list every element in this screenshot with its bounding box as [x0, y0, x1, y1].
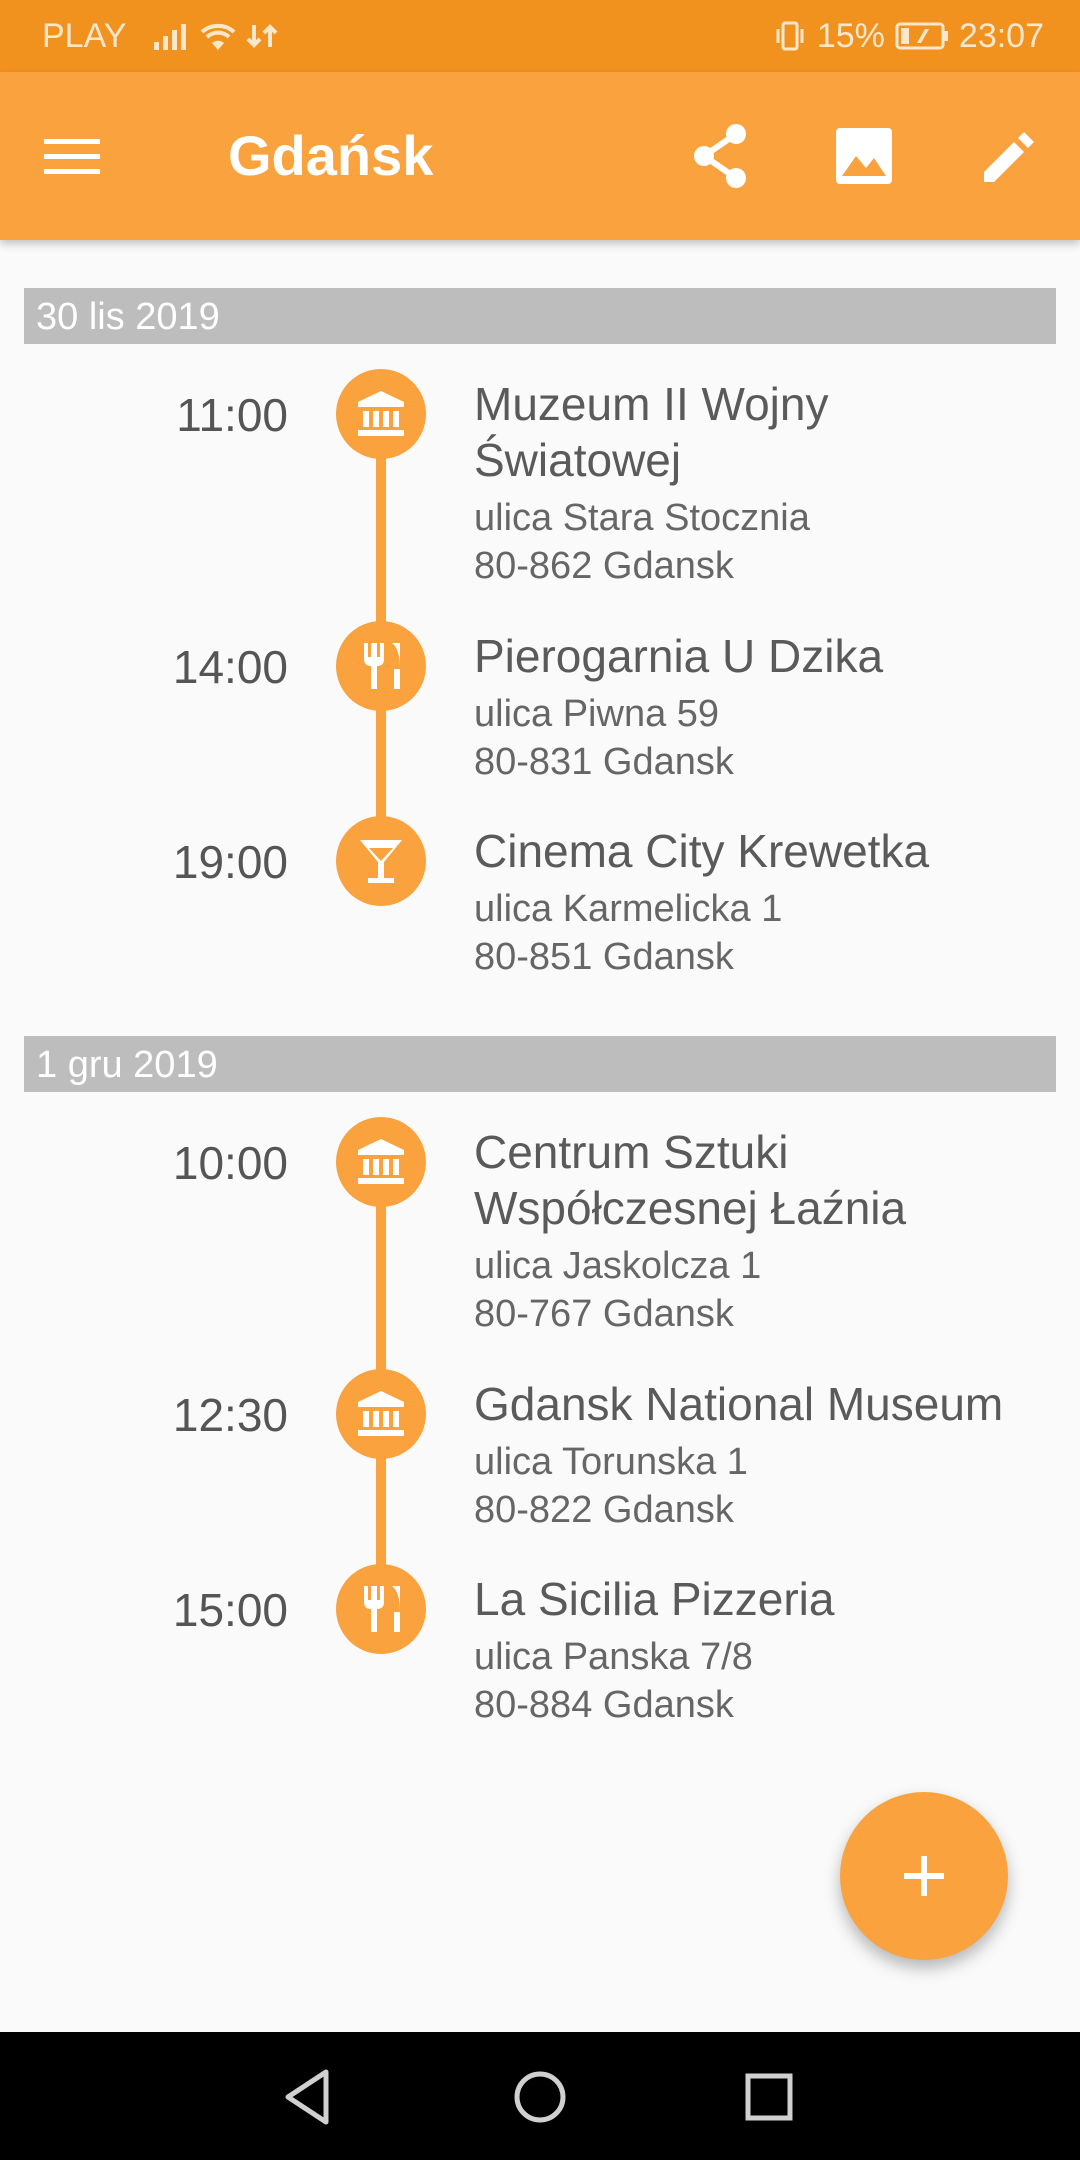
event-street: ulica Piwna 59: [474, 693, 720, 735]
bar-icon: [360, 840, 402, 883]
event-icon-circle: [336, 1117, 426, 1207]
event-icon-circle: [336, 621, 426, 711]
museum-icon: [358, 1391, 404, 1436]
recents-icon: [745, 2073, 793, 2121]
event-name: La Sicilia Pizzeria: [474, 1573, 835, 1625]
event-icon-circle: [336, 1369, 426, 1459]
home-icon: [514, 2071, 566, 2123]
event-name: Gdansk National Museum: [474, 1378, 1004, 1430]
data-arrows-icon: [247, 24, 278, 48]
event-details[interactable]: Gdansk National Museum ulica Torunska 1 …: [474, 1376, 1054, 1534]
home-button[interactable]: [505, 2062, 575, 2132]
page-title: Gdańsk: [228, 124, 434, 187]
navigation-bar: [0, 2032, 1080, 2160]
event-name: Pierogarnia U Dzika: [474, 630, 884, 682]
edit-button[interactable]: [972, 120, 1044, 192]
event-time: 15:00: [172, 1584, 288, 1636]
event-icon-circle: [336, 1564, 426, 1654]
day-header: 1 gru 2019: [24, 1036, 1056, 1092]
museum-icon: [358, 391, 404, 436]
restaurant-icon: [364, 643, 400, 689]
event-city: 80-862 Gdansk: [474, 545, 734, 587]
wifi-icon: [201, 23, 236, 50]
event-time: 12:30: [172, 1389, 288, 1441]
event-time: 19:00: [172, 836, 288, 888]
edit-icon: [984, 132, 1034, 182]
back-icon: [285, 2069, 329, 2125]
app-bar: Gdańsk: [0, 72, 1080, 240]
menu-icon: [44, 139, 100, 174]
restaurant-icon: [364, 1586, 400, 1632]
recents-button[interactable]: [734, 2062, 804, 2132]
museum-icon: [358, 1139, 404, 1184]
back-button[interactable]: [274, 2062, 344, 2132]
event-details[interactable]: Centrum Sztuki Współczesnej Łaźnia ulica…: [474, 1124, 1054, 1338]
event-details[interactable]: Muzeum II Wojny Światowej ulica Stara St…: [474, 376, 1054, 590]
add-icon: [904, 1856, 944, 1896]
battery-icon: [895, 22, 948, 50]
share-icon: [694, 124, 746, 188]
event-name: Cinema City Krewetka: [474, 825, 930, 877]
event-city: 80-822 Gdansk: [474, 1489, 734, 1531]
day-header: 30 lis 2019: [24, 288, 1056, 344]
add-event-button[interactable]: [840, 1792, 1008, 1960]
status-time: 23:07: [958, 16, 1044, 55]
event-icon-circle: [336, 816, 426, 906]
event-details[interactable]: Cinema City Krewetka ulica Karmelicka 1 …: [474, 823, 1054, 981]
event-street: ulica Stara Stocznia: [474, 497, 810, 539]
event-city: 80-884 Gdansk: [474, 1684, 734, 1726]
menu-button[interactable]: [42, 126, 114, 186]
status-bar: PLAY 15% 23:07: [0, 0, 1080, 72]
event-city: 80-767 Gdansk: [474, 1293, 734, 1335]
event-details[interactable]: La Sicilia Pizzeria ulica Panska 7/8 80-…: [474, 1571, 1054, 1729]
event-icon-circle: [336, 369, 426, 459]
event-time: 11:00: [176, 389, 288, 441]
vibrate-icon: [776, 21, 804, 51]
carrier-name: PLAY: [42, 16, 127, 55]
share-button[interactable]: [684, 120, 756, 192]
event-name: Centrum Sztuki Współczesnej Łaźnia: [474, 1126, 907, 1234]
battery-percent: 15%: [816, 16, 885, 55]
event-street: ulica Panska 7/8: [474, 1636, 753, 1678]
event-time: 10:00: [172, 1137, 288, 1189]
image-icon: [836, 128, 892, 184]
event-street: ulica Jaskolcza 1: [474, 1245, 762, 1287]
event-street: ulica Torunska 1: [474, 1441, 748, 1483]
event-time: 14:00: [172, 641, 288, 693]
event-street: ulica Karmelicka 1: [474, 888, 783, 930]
event-city: 80-831 Gdansk: [474, 741, 734, 783]
event-details[interactable]: Pierogarnia U Dzika ulica Piwna 59 80-83…: [474, 628, 1054, 786]
signal-icon: [154, 22, 187, 50]
image-button[interactable]: [828, 120, 900, 192]
event-name: Muzeum II Wojny Światowej: [474, 378, 829, 486]
event-city: 80-851 Gdansk: [474, 936, 734, 978]
